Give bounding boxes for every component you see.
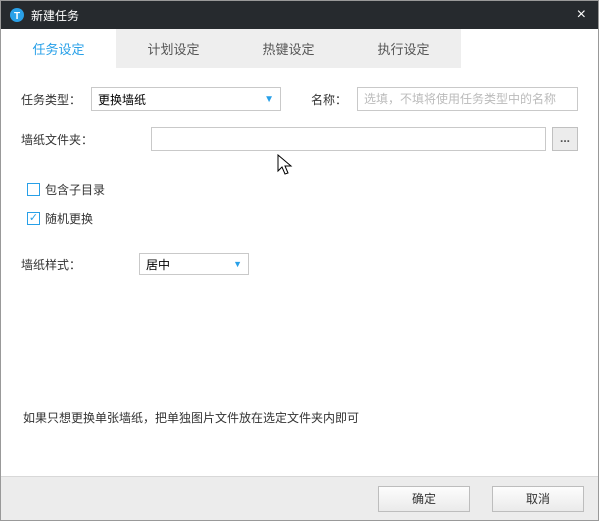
tab-bar: 任务设定 计划设定 热键设定 执行设定 [1, 29, 598, 69]
caret-down-icon: ▼ [233, 259, 242, 269]
tab-execute-settings[interactable]: 执行设定 [346, 29, 461, 68]
app-logo-icon: T [9, 7, 25, 23]
row-folder: 墙纸文件夹： ... [21, 127, 578, 151]
svg-text:T: T [14, 11, 20, 22]
name-label: 名称： [311, 91, 347, 108]
folder-label: 墙纸文件夹： [21, 131, 151, 148]
row-task-type-name: 任务类型： 更换墙纸 ▼ 名称： [21, 87, 578, 111]
tab-plan-settings[interactable]: 计划设定 [116, 29, 231, 68]
tab-hotkey-settings[interactable]: 热键设定 [231, 29, 346, 68]
style-label: 墙纸样式： [21, 256, 139, 273]
content-area: 任务类型： 更换墙纸 ▼ 名称： 墙纸文件夹： ... 包含子目录 随机更换 墙… [1, 69, 598, 476]
include-subdir-label: 包含子目录 [45, 181, 105, 198]
row-style: 墙纸样式： 居中 ▼ [21, 253, 578, 275]
random-checkbox[interactable] [27, 212, 40, 225]
task-type-value: 更换墙纸 [98, 91, 146, 108]
cancel-button[interactable]: 取消 [492, 486, 584, 512]
close-icon[interactable]: × [573, 6, 590, 24]
caret-down-icon: ▼ [264, 94, 274, 105]
task-type-label: 任务类型： [21, 91, 91, 108]
include-subdir-checkbox[interactable] [27, 183, 40, 196]
titlebar: T 新建任务 × [1, 1, 598, 29]
random-label: 随机更换 [45, 210, 93, 227]
footer: 确定 取消 [1, 476, 598, 520]
folder-input[interactable] [151, 127, 546, 151]
row-random: 随机更换 [27, 210, 578, 227]
window-title: 新建任务 [31, 7, 573, 24]
tab-task-settings[interactable]: 任务设定 [1, 29, 116, 68]
task-type-select[interactable]: 更换墙纸 ▼ [91, 87, 281, 111]
row-include-subdir: 包含子目录 [27, 181, 578, 198]
dialog-window: T 新建任务 × 任务设定 计划设定 热键设定 执行设定 任务类型： 更换墙纸 … [0, 0, 599, 521]
name-input[interactable] [357, 87, 578, 111]
ok-button[interactable]: 确定 [378, 486, 470, 512]
browse-button[interactable]: ... [552, 127, 578, 151]
hint-text: 如果只想更换单张墙纸，把单独图片文件放在选定文件夹内即可 [23, 409, 359, 426]
style-value: 居中 [146, 256, 170, 273]
style-select[interactable]: 居中 ▼ [139, 253, 249, 275]
